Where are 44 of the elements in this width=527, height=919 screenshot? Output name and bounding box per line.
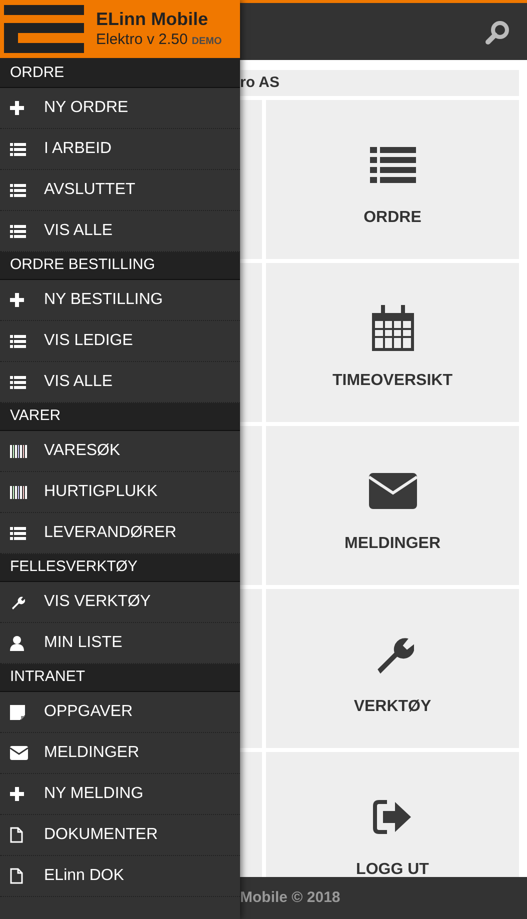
wrench-icon — [10, 594, 25, 610]
list-icon — [10, 184, 26, 196]
menu-tile[interactable]: VERKTØY — [266, 589, 519, 748]
list-icon — [10, 334, 26, 348]
demo-label: DEMO — [192, 36, 222, 48]
list-icon — [10, 224, 26, 238]
section-header: ORDRE BESTILLING — [0, 252, 240, 280]
barcode-icon — [10, 486, 27, 498]
version-text: Elektro v 2.50 — [96, 30, 188, 50]
list-icon — [370, 147, 416, 183]
section-header: FELLESVERKTØY — [0, 554, 240, 582]
section-header: INTRANET — [0, 664, 240, 692]
menu-tile[interactable]: MELDINGER — [266, 426, 519, 585]
tile[interactable] — [240, 752, 262, 877]
user-icon — [10, 636, 24, 650]
footer-text: Mobile © 2018 — [240, 888, 340, 908]
logo-icon — [4, 3, 84, 55]
list-icon — [10, 376, 26, 388]
barcode-icon — [10, 444, 27, 458]
calendar-icon — [372, 305, 414, 351]
file-icon — [10, 827, 23, 843]
note-icon — [10, 704, 25, 720]
menu-item[interactable]: MELDINGER — [0, 733, 240, 774]
envelope-icon — [368, 473, 416, 509]
plus-icon — [10, 787, 24, 801]
app-name: ELinn Mobile — [96, 8, 209, 31]
list-icon — [10, 142, 26, 156]
envelope-icon — [10, 746, 28, 760]
menu-tile[interactable]: LOGG UT — [266, 752, 519, 877]
menu-tile[interactable]: TIMEOVERSIKT — [266, 263, 519, 422]
search-icon[interactable] — [485, 18, 511, 44]
tile[interactable] — [240, 100, 262, 259]
tile[interactable] — [240, 426, 262, 585]
sign-out-icon — [372, 800, 412, 834]
list-icon — [10, 526, 26, 540]
tile[interactable] — [240, 263, 262, 422]
section-header: VARER — [0, 403, 240, 431]
file-icon — [10, 868, 23, 884]
section-header: ORDRE — [0, 60, 240, 88]
menu-tile[interactable]: ORDRE — [266, 100, 519, 259]
plus-icon — [10, 101, 24, 115]
tile[interactable] — [240, 589, 262, 748]
company-name: ro AS — [240, 72, 280, 93]
plus-icon — [10, 293, 24, 307]
